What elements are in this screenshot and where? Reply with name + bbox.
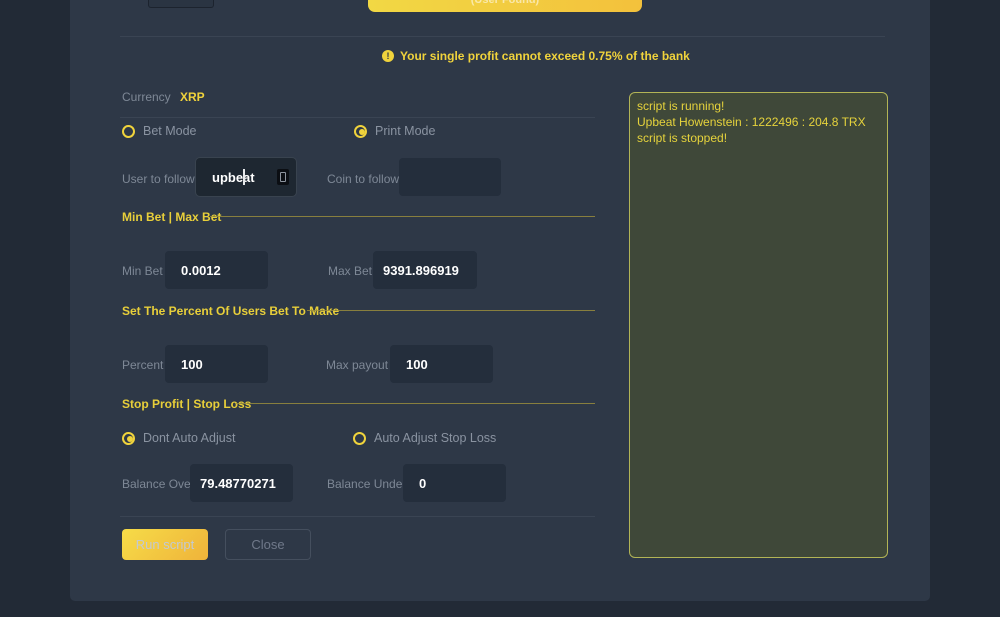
divider [120, 36, 885, 37]
section-title-percent: Set The Percent Of Users Bet To Make [122, 304, 339, 318]
balance-over-input[interactable] [190, 464, 293, 502]
section-line [235, 403, 595, 404]
bet-mode-label: Bet Mode [143, 124, 197, 138]
min-bet-input[interactable] [165, 251, 268, 289]
clipped-top-button[interactable]: (User Found) [368, 0, 642, 12]
max-payout-label: Max payout [326, 358, 388, 372]
text-caret [243, 169, 245, 185]
min-bet-label: Min Bet [122, 264, 163, 278]
dont-auto-adjust-radio[interactable]: Dont Auto Adjust [122, 431, 235, 445]
profit-warning-text: Your single profit cannot exceed 0.75% o… [400, 49, 690, 63]
print-mode-radio[interactable]: Print Mode [354, 124, 435, 138]
coin-to-follow-input[interactable] [399, 158, 501, 196]
log-line: script is stopped! [637, 130, 880, 146]
script-settings-screen: (User Found) ! Your single profit cannot… [0, 0, 1000, 617]
clipped-top-button-label: (User Found) [368, 0, 642, 6]
max-payout-input[interactable] [390, 345, 493, 383]
radio-icon[interactable] [353, 432, 366, 445]
max-bet-label: Max Bet [328, 264, 372, 278]
log-line: Upbeat Howenstein : 1222496 : 204.8 TRX [637, 114, 880, 130]
currency-value[interactable]: XRP [180, 90, 205, 104]
print-mode-label: Print Mode [375, 124, 435, 138]
max-bet-input[interactable] [373, 251, 477, 289]
run-script-button[interactable]: Run script [122, 529, 208, 560]
radio-icon[interactable] [122, 125, 135, 138]
bet-mode-radio[interactable]: Bet Mode [122, 124, 197, 138]
script-log[interactable]: script is running! Upbeat Howenstein : 1… [629, 92, 888, 558]
percent-input[interactable] [165, 345, 268, 383]
clipped-top-input[interactable] [148, 0, 214, 8]
section-line [307, 310, 595, 311]
input-method-icon[interactable] [277, 169, 289, 185]
section-line [210, 216, 595, 217]
close-button[interactable]: Close [225, 529, 311, 560]
coin-to-follow-label: Coin to follow [327, 172, 399, 186]
auto-adjust-label: Auto Adjust Stop Loss [374, 431, 496, 445]
percent-label: Percent [122, 358, 163, 372]
divider [120, 516, 595, 517]
log-line: script is running! [637, 98, 880, 114]
exclamation-circle-icon: ! [382, 50, 394, 62]
radio-icon[interactable] [122, 432, 135, 445]
profit-warning: ! Your single profit cannot exceed 0.75%… [382, 49, 690, 63]
balance-under-input[interactable] [403, 464, 506, 502]
currency-label: Currency [122, 90, 171, 104]
balance-over-label: Balance Over [122, 477, 195, 491]
dont-auto-adjust-label: Dont Auto Adjust [143, 431, 235, 445]
balance-under-label: Balance Under [327, 477, 406, 491]
divider [120, 117, 595, 118]
radio-icon[interactable] [354, 125, 367, 138]
section-title-min-max-bet: Min Bet | Max Bet [122, 210, 221, 224]
user-to-follow-label: User to follow [122, 172, 195, 186]
script-settings-modal: (User Found) ! Your single profit cannot… [70, 0, 930, 601]
auto-adjust-radio[interactable]: Auto Adjust Stop Loss [353, 431, 496, 445]
section-title-stop: Stop Profit | Stop Loss [122, 397, 251, 411]
